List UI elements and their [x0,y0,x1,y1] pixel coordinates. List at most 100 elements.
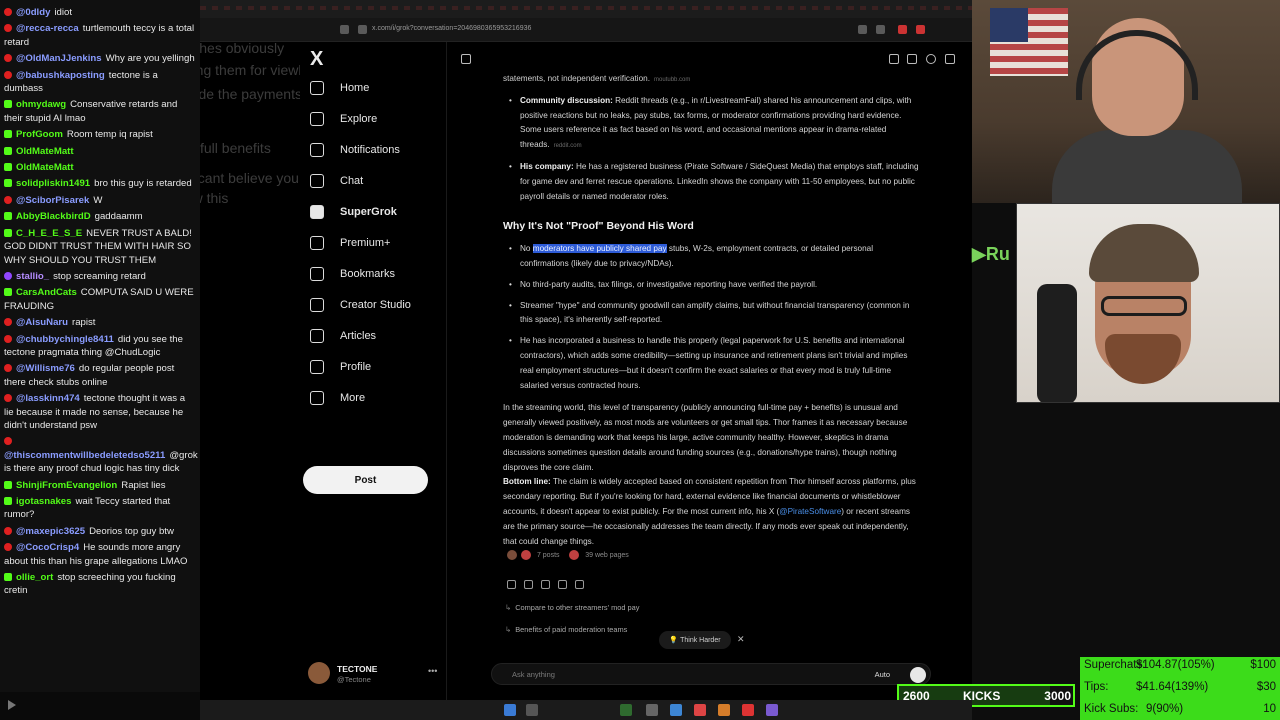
chat-username[interactable]: stallio_ [16,271,49,282]
app-icon[interactable] [620,704,632,716]
app-icon[interactable] [694,704,706,716]
chat-username[interactable]: @0dldy [16,7,50,18]
close-icon[interactable]: ✕ [737,634,745,645]
chat-username[interactable]: @maxepic3625 [16,526,85,537]
browser-window: x.com/i/grok?conversation=20469803659532… [200,0,972,700]
chat-username[interactable]: ollie_ort [16,572,53,583]
chat-username[interactable]: @recca-recca [16,23,79,34]
extension-icon[interactable] [916,25,925,34]
highlighted-text[interactable]: moderators have publicly shared pay [532,244,667,254]
chat-username[interactable]: solidpliskin1491 [16,178,90,189]
nav-item-home[interactable]: Home [310,77,369,99]
chat-username[interactable]: @babushkaposting [16,70,105,81]
nav-item-supergrok[interactable]: SuperGrok [310,201,397,223]
nav-label: Explore [340,113,378,125]
chat-username[interactable]: CarsAndCats [16,287,77,298]
nav-item-profile[interactable]: Profile [310,356,371,378]
chat-username[interactable]: @OldManJJenkins [16,53,102,64]
yt-badge-icon [4,54,12,63]
web-pages-count[interactable]: 39 web pages [585,552,629,559]
nav-item-creator-studio[interactable]: Creator Studio [310,294,411,316]
mode-selector[interactable]: Auto [875,670,890,679]
app-icon[interactable] [766,704,778,716]
regenerate-icon[interactable] [507,580,516,589]
url-text[interactable]: x.com/i/grok?conversation=20469803659532… [372,25,531,32]
app-icon[interactable] [718,704,730,716]
conversation-toolbar [447,54,973,66]
expand-icon[interactable] [461,54,471,64]
chat-username[interactable]: C_H_E_E_S_E [16,228,82,239]
chat-username[interactable]: @Willisme76 [16,363,75,374]
nav-item-premium-[interactable]: Premium+ [310,232,390,254]
tips-goal: $30 [1256,681,1276,693]
chrome-icon[interactable] [742,704,754,716]
voice-icon[interactable] [910,667,926,683]
chat-message: OldMateMatt [4,161,200,174]
more-icon [310,391,324,405]
share-icon[interactable] [889,54,899,64]
chat-username[interactable]: OldMateMatt [16,162,74,173]
chat-icon [310,174,324,188]
ghost-text: to hide the payments through them [200,86,300,102]
yt-badge-icon [4,364,12,373]
chat-text: Deorios top guy btw [89,525,174,537]
play-icon[interactable] [8,700,16,710]
ask-input[interactable]: Ask anything Auto [491,663,931,685]
chat-username[interactable]: @lasskinn474 [16,393,80,404]
chat-username[interactable]: @chubbychingle8411 [16,334,114,345]
nav-item-notifications[interactable]: Notifications [310,139,400,161]
app-icon[interactable] [670,704,682,716]
nav-item-chat[interactable]: Chat [310,170,363,192]
search-icon[interactable] [526,704,538,716]
share-icon[interactable] [541,580,550,589]
x-logo[interactable]: X [310,48,323,71]
chat-username[interactable]: ShinjiFromEvangelion [16,480,117,491]
chat-username[interactable]: ohmydawg [16,99,66,110]
chat-username[interactable]: AbbyBlackbirdD [16,211,91,222]
chat-message: ShinjiFromEvangelion Rapist lies [4,479,200,492]
ghost-text: paying them for viewbots and is trying [200,62,300,78]
bookmark-icon[interactable] [340,25,349,34]
thumbs-down-icon[interactable] [575,580,584,589]
address-bar[interactable]: x.com/i/grok?conversation=20469803659532… [200,18,972,42]
suggestion-1[interactable]: ↳ Compare to other streamers' mod pay [505,603,639,612]
file-explorer-icon[interactable] [646,704,658,716]
kick-badge-icon [4,130,12,139]
post-button[interactable]: Post [303,466,428,494]
kick-badge-icon [4,480,12,489]
chat-username[interactable]: igotasnakes [16,496,71,507]
history-icon[interactable] [926,54,936,64]
chat-username[interactable]: @CocoCrisp4 [16,542,79,553]
mention-link[interactable]: @PirateSoftware [779,507,841,516]
star-icon[interactable] [876,25,885,34]
profile-handle: @Tectone [337,675,371,684]
nav-item-bookmarks[interactable]: Bookmarks [310,263,395,285]
posts-count[interactable]: 7 posts [537,552,560,559]
chat-username[interactable]: OldMateMatt [16,146,74,157]
suggestion-2[interactable]: ↳ Benefits of paid moderation teams [505,625,627,634]
start-icon[interactable] [504,704,516,716]
yt-badge-icon [4,437,12,446]
sources-row[interactable]: 7 posts 39 web pages [507,550,629,566]
extension-icon[interactable] [898,25,907,34]
account-switcher[interactable]: TECTONE @Tectone ••• [308,660,438,688]
chat-username[interactable]: @thiscommentwillbedeletedso5211 [4,450,165,461]
chat-username[interactable]: ProfGoom [16,129,63,140]
source-chip[interactable]: reddit.com [554,143,582,149]
nav-item-more[interactable]: More [310,387,365,409]
nav-item-explore[interactable]: Explore [310,108,377,130]
more-dots-icon[interactable]: ••• [428,666,437,676]
new-chat-icon[interactable] [945,54,955,64]
cast-icon[interactable] [858,25,867,34]
chat-footer [0,692,200,720]
think-harder-button[interactable]: 💡 Think Harder [659,631,731,649]
chat-username[interactable]: @SciborPisarek [16,195,89,206]
ask-placeholder: Ask anything [512,670,555,679]
thumbs-up-icon[interactable] [558,580,567,589]
bookmark-icon[interactable] [907,54,917,64]
nav-item-articles[interactable]: Articles [310,325,376,347]
copy-icon[interactable] [524,580,533,589]
site-info-icon[interactable] [358,25,367,34]
source-chip[interactable]: moutubb.com [654,77,690,83]
chat-username[interactable]: @AisuNaru [16,317,68,328]
